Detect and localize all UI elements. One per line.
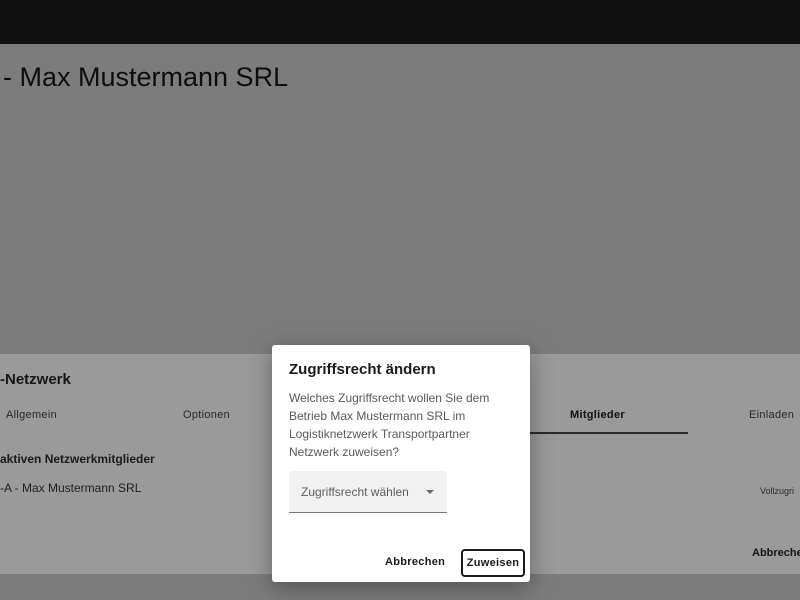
assign-button[interactable]: Zuweisen: [461, 549, 525, 577]
active-tab-indicator: [530, 432, 688, 434]
dialog-title: Zugriffsrecht ändern: [289, 361, 436, 378]
page-title: - Max Mustermann SRL: [3, 62, 289, 92]
tab-optionen[interactable]: Optionen: [183, 409, 230, 421]
cancel-button[interactable]: Abbrechen: [385, 556, 445, 568]
top-app-bar: [0, 0, 800, 44]
tab-allgemein[interactable]: Allgemein: [6, 409, 57, 421]
tab-mitglieder[interactable]: Mitglieder: [570, 409, 625, 421]
card-cancel-button[interactable]: Abbreche: [752, 547, 800, 559]
select-value: Zugriffsrecht wählen: [301, 485, 409, 499]
tab-einladen[interactable]: Einladen: [749, 409, 794, 421]
dialog-message: Welches Zugriffsrecht wollen Sie dem Bet…: [289, 391, 490, 459]
section-heading: aktiven Netzwerkmitglieder: [0, 452, 155, 466]
member-list-item[interactable]: -A - Max Mustermann SRL: [0, 481, 141, 495]
access-right-label: Vollzugri: [760, 486, 795, 496]
caret-down-icon: [426, 490, 434, 494]
change-access-dialog: Zugriffsrecht ändern Welches Zugriffsrec…: [272, 345, 530, 582]
card-title: -Netzwerk: [0, 371, 71, 388]
access-right-select[interactable]: Zugriffsrecht wählen: [289, 471, 447, 513]
